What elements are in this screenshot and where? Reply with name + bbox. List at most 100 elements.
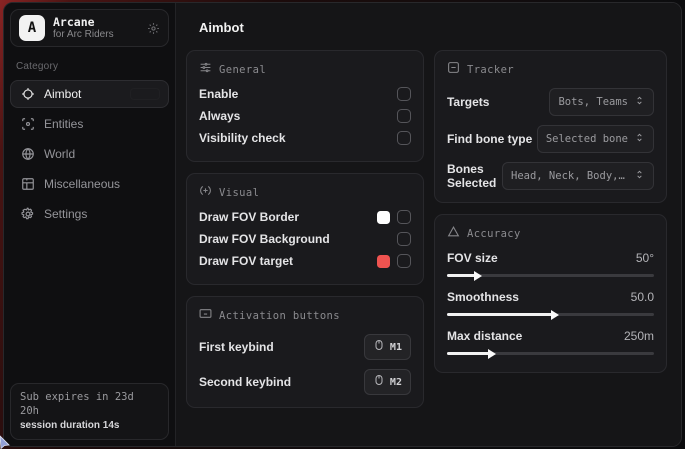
mouse-icon — [373, 338, 385, 356]
keybind-hint — [130, 88, 160, 100]
sidebar-nav: Aimbot Entities World Miscellaneous — [10, 80, 169, 228]
slider-value: 250m — [624, 329, 654, 343]
select-value: Head, Neck, Body, Pe... — [511, 170, 628, 182]
keybind-value: M2 — [390, 377, 402, 388]
setting-row-fov-size: FOV size 50° — [447, 251, 654, 282]
visibility-check-checkbox[interactable] — [397, 131, 411, 145]
setting-row-smoothness: Smoothness 50.0 — [447, 290, 654, 321]
eye-icon — [199, 184, 212, 202]
setting-row-always: Always — [199, 105, 411, 127]
draw-fov-border-checkbox[interactable] — [397, 210, 411, 224]
sidebar: A Arcane for Arc Riders Category Aimbot — [4, 3, 176, 446]
app-subtitle: for Arc Riders — [53, 29, 139, 41]
fov-border-color-swatch[interactable] — [377, 211, 390, 224]
setting-row-targets: Targets Bots, Teams — [447, 88, 654, 116]
app-logo: A — [19, 15, 45, 41]
page-title: Aimbot — [199, 20, 667, 35]
grid-icon — [20, 177, 35, 191]
bones-selected-select[interactable]: Head, Neck, Body, Pe... — [502, 162, 654, 190]
subscription-card: Sub expires in 23d 20h session duration … — [10, 383, 169, 440]
chevrons-up-down-icon — [634, 130, 645, 148]
sidebar-item-world[interactable]: World — [10, 140, 169, 168]
always-checkbox[interactable] — [397, 109, 411, 123]
chevrons-up-down-icon — [634, 167, 645, 185]
sub-expiry-text: Sub expires in 23d 20h — [20, 390, 159, 419]
smoothness-slider[interactable] — [447, 307, 654, 321]
main-panel: Aimbot General Enable Always — [176, 3, 681, 446]
targets-select[interactable]: Bots, Teams — [549, 88, 654, 116]
fov-target-color-swatch[interactable] — [377, 255, 390, 268]
card-title: General — [219, 64, 266, 76]
keybind-value: M1 — [390, 342, 402, 353]
setting-row-draw-fov-target: Draw FOV target — [199, 250, 411, 272]
setting-row-find-bone-type: Find bone type Selected bone — [447, 125, 654, 153]
sidebar-item-label: Miscellaneous — [44, 177, 120, 191]
row-label: Draw FOV target — [199, 254, 293, 268]
slider-thumb[interactable] — [488, 349, 496, 359]
slider-thumb[interactable] — [551, 310, 559, 320]
slider-thumb[interactable] — [474, 271, 482, 281]
sidebar-item-label: Aimbot — [44, 87, 81, 101]
crosshair-icon — [20, 87, 35, 101]
row-label: Always — [199, 109, 240, 123]
category-label: Category — [16, 61, 165, 72]
card-title: Activation buttons — [219, 310, 340, 322]
visual-card: Visual Draw FOV Border Draw FOV Backgrou… — [186, 173, 424, 285]
tracker-card: Tracker Targets Bots, Teams Find bone ty… — [434, 50, 667, 203]
slider-fill — [447, 274, 476, 278]
row-label: Draw FOV Border — [199, 210, 299, 224]
max-distance-slider[interactable] — [447, 346, 654, 360]
row-label: FOV size — [447, 251, 498, 265]
draw-fov-target-checkbox[interactable] — [397, 254, 411, 268]
select-value: Bots, Teams — [558, 96, 628, 108]
find-bone-type-select[interactable]: Selected bone — [537, 125, 654, 153]
slider-value: 50° — [636, 251, 654, 265]
draw-fov-background-checkbox[interactable] — [397, 232, 411, 246]
card-title: Accuracy — [467, 228, 521, 240]
slider-fill — [447, 352, 490, 356]
sidebar-item-label: World — [44, 147, 75, 161]
setting-row-first-keybind: First keybind M1 — [199, 334, 411, 360]
accuracy-card: Accuracy FOV size 50° — [434, 214, 667, 373]
sidebar-item-label: Entities — [44, 117, 83, 131]
sidebar-item-entities[interactable]: Entities — [10, 110, 169, 138]
select-value: Selected bone — [546, 133, 628, 145]
app-title: Arcane — [53, 16, 139, 29]
second-keybind-button[interactable]: M2 — [364, 369, 411, 395]
setting-row-enable: Enable — [199, 83, 411, 105]
slider-value: 50.0 — [631, 290, 654, 304]
row-label: Targets — [447, 95, 489, 109]
first-keybind-button[interactable]: M1 — [364, 334, 411, 360]
fov-size-slider[interactable] — [447, 268, 654, 282]
keyboard-icon — [199, 307, 212, 325]
general-card: General Enable Always Visibility check — [186, 50, 424, 162]
sidebar-item-miscellaneous[interactable]: Miscellaneous — [10, 170, 169, 198]
card-title: Tracker — [467, 64, 514, 76]
row-label: Find bone type — [447, 132, 532, 146]
sidebar-item-settings[interactable]: Settings — [10, 200, 169, 228]
setting-row-bones-selected: Bones Selected Head, Neck, Body, Pe... — [447, 162, 654, 190]
activation-card: Activation buttons First keybind M1 Seco… — [186, 296, 424, 408]
sidebar-item-label: Settings — [44, 207, 87, 221]
gear-icon[interactable] — [147, 22, 160, 35]
setting-row-draw-fov-background: Draw FOV Background — [199, 228, 411, 250]
setting-row-second-keybind: Second keybind M2 — [199, 369, 411, 395]
chevrons-up-down-icon — [634, 93, 645, 111]
sliders-icon — [199, 61, 212, 79]
setting-row-draw-fov-border: Draw FOV Border — [199, 206, 411, 228]
row-label: Draw FOV Background — [199, 232, 330, 246]
sidebar-item-aimbot[interactable]: Aimbot — [10, 80, 169, 108]
setting-row-max-distance: Max distance 250m — [447, 329, 654, 360]
enable-checkbox[interactable] — [397, 87, 411, 101]
row-label: Second keybind — [199, 375, 291, 389]
row-label: Bones Selected — [447, 162, 502, 190]
row-label: Smoothness — [447, 290, 519, 304]
triangle-icon — [447, 225, 460, 243]
slider-fill — [447, 313, 553, 317]
card-title: Visual — [219, 187, 259, 199]
settings-gear-icon — [20, 207, 35, 221]
row-label: Enable — [199, 87, 238, 101]
brand-card: A Arcane for Arc Riders — [10, 9, 169, 47]
entities-icon — [20, 117, 35, 131]
row-label: Visibility check — [199, 131, 286, 145]
